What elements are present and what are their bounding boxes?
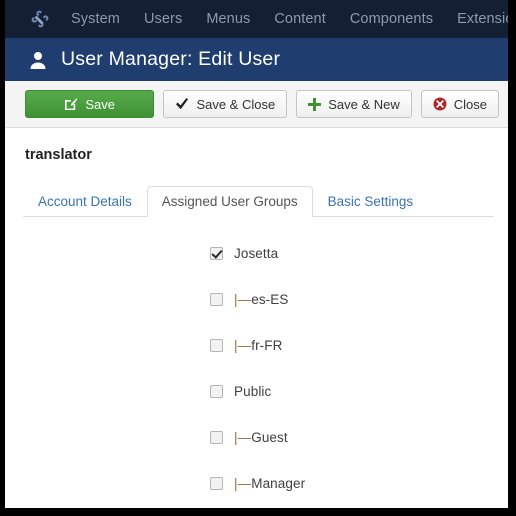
close-button-label: Close [453,96,487,112]
edit-pencil-square-icon [64,97,78,111]
menu-item-system[interactable]: System [59,11,132,27]
tab-basic-settings[interactable]: Basic Settings [313,186,429,217]
group-indent-prefix: |— [234,430,252,445]
close-button[interactable]: Close [420,90,499,118]
plus-icon [308,97,322,111]
assigned-user-groups-list: Josetta |—es-ES |—fr-FR Public |—Guest | [23,217,490,494]
group-indent-prefix: |— [234,292,252,307]
tab-bar: Account Details Assigned User Groups Bas… [23,185,494,217]
group-name: es-ES [251,292,289,307]
page-title: User Manager: Edit User [61,48,281,70]
checkmark-icon [175,98,189,110]
group-row[interactable]: Josetta [23,243,490,264]
group-checkbox-guest[interactable] [210,431,223,444]
menu-item-extensions[interactable]: Extensions [445,11,508,27]
group-row[interactable]: Public [23,381,490,402]
group-name: Guest [251,430,288,445]
group-label: |—fr-FR [234,338,282,353]
group-row[interactable]: |—fr-FR [23,335,490,356]
save-and-close-button[interactable]: Save & Close [163,90,288,118]
group-row[interactable]: |—Guest [23,427,490,448]
content-area: translator Account Details Assigned User… [5,128,508,508]
tab-account-details[interactable]: Account Details [23,186,147,217]
close-circle-icon [433,97,447,111]
menu-item-menus[interactable]: Menus [194,11,262,27]
page-title-bar: User Manager: Edit User [5,38,508,81]
group-row[interactable]: |—es-ES [23,289,490,310]
group-label: |—Manager [234,476,305,491]
save-and-close-label: Save & Close [196,96,276,112]
group-checkbox-manager[interactable] [210,477,223,490]
record-name-heading: translator [25,147,92,163]
group-indent-prefix: |— [234,476,252,491]
group-indent-prefix: |— [234,338,252,353]
group-label: Josetta [234,246,278,261]
group-checkbox-es-es[interactable] [210,293,223,306]
save-button-label: Save [85,96,116,112]
save-and-new-label: Save & New [328,96,400,112]
menu-item-components[interactable]: Components [338,11,445,27]
group-name: fr-FR [251,338,283,353]
action-toolbar: Save Save & Close Save & New Close [5,81,508,128]
group-label: |—Guest [234,430,288,445]
group-name: Public [234,384,272,399]
group-name: Josetta [234,246,279,261]
save-and-new-button[interactable]: Save & New [296,90,412,118]
tab-assigned-user-groups[interactable]: Assigned User Groups [146,186,313,217]
group-checkbox-josetta[interactable] [210,247,223,260]
user-person-icon [27,49,49,71]
save-button[interactable]: Save [25,90,155,118]
group-row[interactable]: |—Manager [23,473,490,494]
menu-item-users[interactable]: Users [132,11,194,27]
admin-menu-bar: System Users Menus Content Components Ex… [5,0,508,38]
group-label: |—es-ES [234,292,288,307]
group-name: Manager [251,476,306,491]
group-checkbox-fr-fr[interactable] [210,339,223,352]
group-label: Public [234,384,271,399]
group-checkbox-public[interactable] [210,385,223,398]
joomla-logo-icon[interactable] [21,9,59,29]
menu-item-content[interactable]: Content [262,11,338,27]
admin-page-frame: System Users Menus Content Components Ex… [5,0,508,508]
